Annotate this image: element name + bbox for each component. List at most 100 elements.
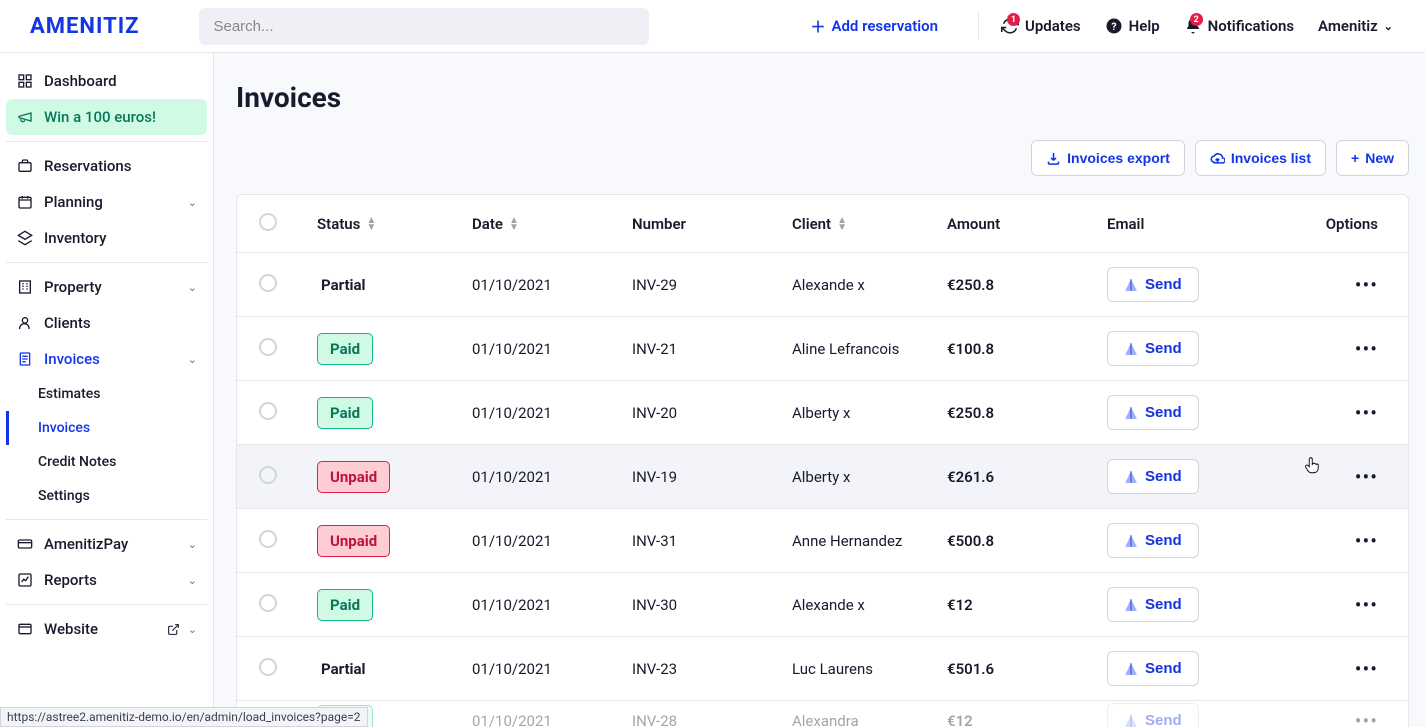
new-button[interactable]: + New bbox=[1336, 140, 1409, 176]
sidebar-item-inventory[interactable]: Inventory bbox=[6, 220, 207, 256]
sidebar-item-website[interactable]: Website ⌄ bbox=[6, 611, 207, 647]
cell-date: 01/10/2021 bbox=[472, 532, 632, 550]
cell-number: INV-28 bbox=[632, 712, 792, 727]
cell-date: 01/10/2021 bbox=[472, 468, 632, 486]
column-date[interactable]: Date▲▼ bbox=[472, 215, 632, 233]
cell-amount: €261.6 bbox=[947, 468, 1107, 486]
cell-amount: €12 bbox=[947, 712, 1107, 727]
table-row[interactable]: Paid01/10/2021INV-20Alberty x€250.8Send•… bbox=[237, 381, 1408, 445]
suitcase-icon bbox=[16, 157, 34, 175]
cell-amount: €250.8 bbox=[947, 404, 1107, 422]
cell-amount: €500.8 bbox=[947, 532, 1107, 550]
updates-button[interactable]: 1 Updates bbox=[989, 11, 1093, 41]
chevron-down-icon: ⌄ bbox=[188, 574, 197, 587]
sidebar-item-invoices[interactable]: Invoices ⌄ bbox=[6, 341, 207, 377]
send-button[interactable]: Send bbox=[1107, 703, 1199, 727]
row-checkbox[interactable] bbox=[259, 658, 277, 676]
row-checkbox[interactable] bbox=[259, 338, 277, 356]
table-row[interactable]: Partial01/10/2021INV-23Luc Laurens€501.6… bbox=[237, 637, 1408, 701]
row-options-button[interactable]: ••• bbox=[1302, 465, 1398, 489]
toolbar: Invoices export Invoices list + New bbox=[236, 140, 1409, 176]
chevron-down-icon: ⌄ bbox=[188, 623, 197, 636]
sidebar-sub-credit-notes[interactable]: Credit Notes bbox=[6, 445, 207, 479]
cell-amount: €100.8 bbox=[947, 340, 1107, 358]
add-reservation-button[interactable]: ＋ Add reservation bbox=[800, 10, 948, 43]
select-all-checkbox[interactable] bbox=[259, 213, 277, 231]
sidebar-item-win[interactable]: Win a 100 euros! bbox=[6, 99, 207, 135]
send-button[interactable]: Send bbox=[1107, 395, 1199, 430]
table-row[interactable]: Partial01/10/2021INV-29Alexande x€250.8S… bbox=[237, 253, 1408, 317]
search-input[interactable] bbox=[199, 8, 649, 45]
chevron-down-icon: ⌄ bbox=[1384, 20, 1393, 33]
sidebar-sub-estimates[interactable]: Estimates bbox=[6, 377, 207, 411]
row-options-button[interactable]: ••• bbox=[1302, 273, 1398, 297]
account-dropdown[interactable]: Amenitiz ⌄ bbox=[1306, 11, 1405, 41]
invoices-list-button[interactable]: Invoices list bbox=[1195, 140, 1326, 176]
sidebar-label: Win a 100 euros! bbox=[44, 108, 156, 126]
row-options-button[interactable]: ••• bbox=[1302, 593, 1398, 617]
send-button[interactable]: Send bbox=[1107, 587, 1199, 622]
sidebar-item-property[interactable]: Property ⌄ bbox=[6, 269, 207, 305]
help-button[interactable]: ? Help bbox=[1093, 11, 1172, 41]
sidebar-item-amenitizpay[interactable]: AmenitizPay ⌄ bbox=[6, 526, 207, 562]
sidebar-label: AmenitizPay bbox=[44, 535, 128, 553]
send-button[interactable]: Send bbox=[1107, 459, 1199, 494]
row-checkbox[interactable] bbox=[259, 530, 277, 548]
account-label: Amenitiz bbox=[1318, 17, 1378, 35]
invoices-export-button[interactable]: Invoices export bbox=[1031, 140, 1185, 176]
cell-number: INV-21 bbox=[632, 340, 792, 358]
table-row[interactable]: Paid01/10/2021INV-21Aline Lefrancois€100… bbox=[237, 317, 1408, 381]
status-badge: Paid bbox=[317, 333, 373, 365]
plus-icon: ＋ bbox=[810, 16, 825, 37]
row-checkbox[interactable] bbox=[259, 594, 277, 612]
send-icon bbox=[1124, 662, 1138, 676]
sidebar-label: Invoices bbox=[44, 350, 100, 368]
row-options-button[interactable]: ••• bbox=[1302, 337, 1398, 361]
send-button[interactable]: Send bbox=[1107, 523, 1199, 558]
cell-amount: €501.6 bbox=[947, 660, 1107, 678]
sidebar-item-reservations[interactable]: Reservations bbox=[6, 148, 207, 184]
chevron-down-icon: ⌄ bbox=[188, 281, 197, 294]
notifications-button[interactable]: 2 Notifications bbox=[1172, 11, 1306, 41]
send-button[interactable]: Send bbox=[1107, 651, 1199, 686]
row-options-button[interactable]: ••• bbox=[1302, 529, 1398, 553]
sidebar-label: Clients bbox=[44, 314, 91, 332]
cell-date: 01/10/2021 bbox=[472, 712, 632, 727]
chevron-down-icon: ⌄ bbox=[188, 538, 197, 551]
sidebar-item-reports[interactable]: Reports ⌄ bbox=[6, 562, 207, 598]
sidebar: Dashboard Win a 100 euros! Reservations … bbox=[0, 53, 214, 727]
notifications-label: Notifications bbox=[1208, 17, 1294, 35]
row-options-button[interactable]: ••• bbox=[1302, 709, 1398, 727]
table-row[interactable]: Unpaid01/10/2021INV-31Anne Hernandez€500… bbox=[237, 509, 1408, 573]
status-badge: Unpaid bbox=[317, 461, 390, 493]
cell-number: INV-20 bbox=[632, 404, 792, 422]
send-icon bbox=[1124, 342, 1138, 356]
table-row[interactable]: Unpaid01/10/2021INV-19Alberty x€261.6Sen… bbox=[237, 445, 1408, 509]
logo: AMENITIZ bbox=[30, 14, 139, 39]
plus-icon: + bbox=[1351, 150, 1359, 166]
table-row[interactable]: Paid01/10/2021INV-30Alexande x€12Send••• bbox=[237, 573, 1408, 637]
row-options-button[interactable]: ••• bbox=[1302, 657, 1398, 681]
cell-number: INV-29 bbox=[632, 276, 792, 294]
divider bbox=[6, 604, 207, 605]
sidebar-item-planning[interactable]: Planning ⌄ bbox=[6, 184, 207, 220]
table-row[interactable]: Paid01/10/2021INV-28Alexandra€12Send••• bbox=[237, 701, 1408, 727]
row-options-button[interactable]: ••• bbox=[1302, 401, 1398, 425]
send-button[interactable]: Send bbox=[1107, 331, 1199, 366]
row-checkbox[interactable] bbox=[259, 402, 277, 420]
row-checkbox[interactable] bbox=[259, 274, 277, 292]
column-client[interactable]: Client▲▼ bbox=[792, 215, 947, 233]
status-badge: Partial bbox=[317, 276, 366, 294]
main-content: Invoices Invoices export Invoices list +… bbox=[214, 53, 1425, 727]
sidebar-item-clients[interactable]: Clients bbox=[6, 305, 207, 341]
column-status[interactable]: Status▲▼ bbox=[317, 215, 472, 233]
row-checkbox[interactable] bbox=[259, 466, 277, 484]
sidebar-item-dashboard[interactable]: Dashboard bbox=[6, 63, 207, 99]
send-button[interactable]: Send bbox=[1107, 267, 1199, 302]
cell-date: 01/10/2021 bbox=[472, 596, 632, 614]
clients-icon bbox=[16, 314, 34, 332]
megaphone-icon bbox=[16, 108, 34, 126]
cell-date: 01/10/2021 bbox=[472, 276, 632, 294]
sidebar-sub-invoices[interactable]: Invoices bbox=[6, 411, 207, 445]
sidebar-sub-settings[interactable]: Settings bbox=[6, 479, 207, 513]
